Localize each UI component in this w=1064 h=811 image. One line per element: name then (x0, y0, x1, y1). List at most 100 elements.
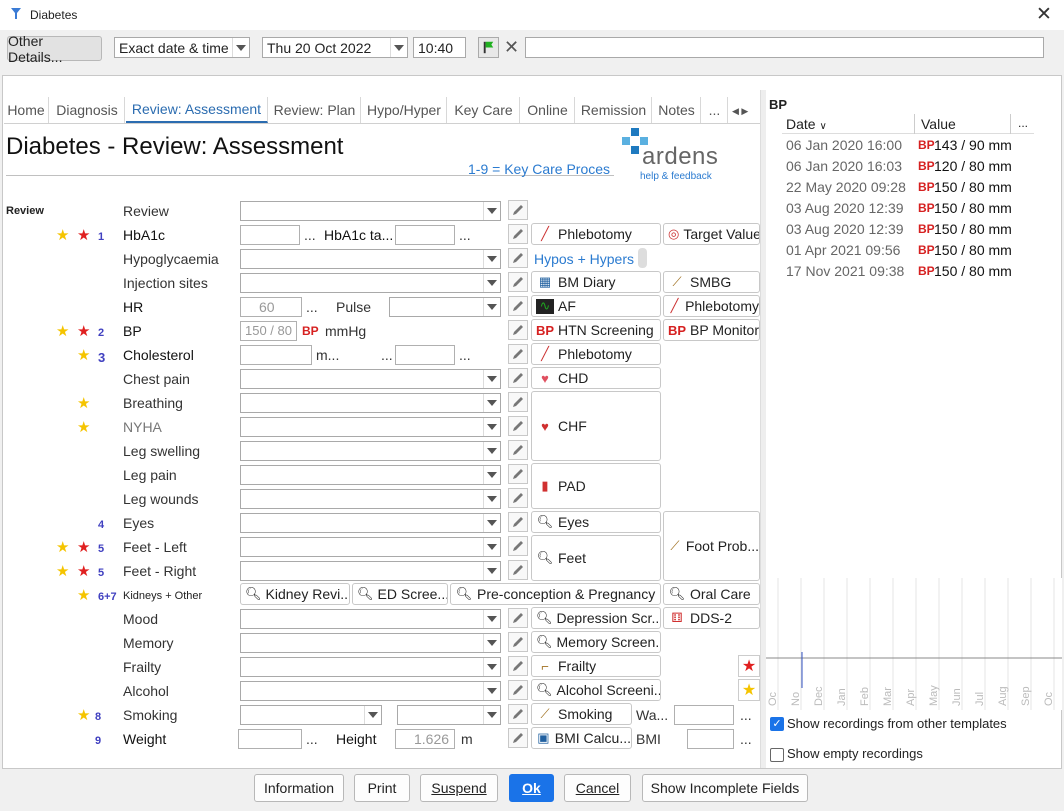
edit-pencil-icon[interactable] (508, 680, 528, 700)
foot-problems-button[interactable]: ⟋ Foot Prob... (663, 511, 760, 581)
hba1c-more[interactable]: ... (304, 227, 316, 243)
tab-notes[interactable]: Notes (653, 97, 701, 123)
cholesterol-input[interactable] (240, 345, 312, 365)
memory-select[interactable] (240, 633, 501, 653)
edit-pencil-icon[interactable] (508, 416, 528, 436)
tab-home[interactable]: Home (4, 97, 49, 123)
edit-pencil-icon[interactable] (508, 248, 528, 268)
tab-scroll-arrows[interactable]: ◀ ▶ (732, 106, 758, 122)
chevron-down-icon[interactable] (390, 38, 407, 57)
date-select[interactable]: Thu 20 Oct 2022 (262, 37, 408, 58)
tab-more[interactable]: ... (702, 97, 728, 123)
edit-pencil-icon[interactable] (508, 464, 528, 484)
eyes-button[interactable]: 🔍︎ Eyes (531, 511, 661, 533)
edit-pencil-icon[interactable] (508, 728, 528, 748)
chevron-down-icon[interactable] (483, 538, 500, 556)
edit-pencil-icon[interactable] (508, 392, 528, 412)
bmi-calculator-button[interactable]: ▣ BMI Calcu... (531, 727, 632, 749)
depression-screening-button[interactable]: 🔍︎ Depression Scr... (531, 607, 661, 629)
bm-diary-button[interactable]: ▦ BM Diary (531, 271, 661, 293)
clear-icon[interactable]: ✕ (502, 37, 521, 58)
phlebotomy-button-3[interactable]: ╱ Phlebotomy (531, 343, 661, 365)
chevron-down-icon[interactable] (483, 562, 500, 580)
edit-pencil-icon[interactable] (508, 344, 528, 364)
chevron-down-icon[interactable] (483, 682, 500, 700)
frailty-select[interactable] (240, 657, 501, 677)
injection-sites-select[interactable] (240, 273, 501, 293)
feet-button[interactable]: 🔍︎ Feet (531, 535, 661, 581)
suspend-button[interactable]: Suspend (420, 774, 498, 802)
show-other-templates-checkbox[interactable]: ✓ (770, 717, 784, 731)
tab-remission[interactable]: Remission (576, 97, 652, 123)
chevron-down-icon[interactable] (483, 418, 500, 436)
breathing-select[interactable] (240, 393, 501, 413)
chevron-down-icon[interactable] (483, 658, 500, 676)
chevron-down-icon[interactable] (483, 442, 500, 460)
phlebotomy-button[interactable]: ╱ Phlebotomy (531, 223, 661, 245)
hba1c-input[interactable] (240, 225, 300, 245)
chevron-down-icon[interactable] (483, 466, 500, 484)
leg-swelling-select[interactable] (240, 441, 501, 461)
waist-more[interactable]: ... (740, 707, 752, 723)
htn-screening-button[interactable]: BP HTN Screening (531, 319, 661, 341)
dds-2-button[interactable]: ⚅ DDS-2 (663, 607, 760, 629)
pad-button[interactable]: ▮ PAD (531, 463, 661, 509)
ok-button[interactable]: Ok (509, 774, 554, 802)
edit-pencil-icon[interactable] (508, 272, 528, 292)
waist-input[interactable] (674, 705, 734, 725)
memory-screening-button[interactable]: 🔍︎ Memory Screen... (531, 631, 661, 653)
chevron-down-icon[interactable] (483, 706, 500, 724)
leg-pain-select[interactable] (240, 465, 501, 485)
more-column-header[interactable]: ... (1018, 116, 1028, 130)
edit-pencil-icon[interactable] (508, 704, 528, 724)
frailty-button[interactable]: ⌐ Frailty (531, 655, 661, 677)
smoking-select[interactable] (240, 705, 382, 725)
cholesterol-ratio-input[interactable] (395, 345, 455, 365)
chevron-down-icon[interactable] (483, 634, 500, 652)
hba1c-target-more[interactable]: ... (459, 227, 471, 243)
review-select[interactable] (240, 201, 501, 221)
cholesterol-more[interactable]: ... (381, 347, 393, 363)
tab-review-assessment[interactable]: Review: Assessment (126, 97, 268, 123)
scroll-handle[interactable] (638, 248, 647, 268)
hba1c-target-input[interactable] (395, 225, 455, 245)
chevron-down-icon[interactable] (232, 38, 249, 57)
leg-wounds-select[interactable] (240, 489, 501, 509)
chevron-down-icon[interactable] (483, 490, 500, 508)
edit-pencil-icon[interactable] (508, 656, 528, 676)
target-value-button[interactable]: ◎ Target Value (663, 223, 760, 245)
bmi-more[interactable]: ... (740, 731, 752, 747)
hypoglycaemia-select[interactable] (240, 249, 501, 269)
edit-pencil-icon[interactable] (508, 560, 528, 580)
hr-input[interactable]: 60 (240, 297, 302, 317)
cholesterol-ratio-more[interactable]: ... (459, 347, 471, 363)
chevron-down-icon[interactable] (483, 514, 500, 532)
information-button[interactable]: Information (254, 774, 344, 802)
af-button[interactable]: ∿ AF (531, 295, 661, 317)
tab-key-care[interactable]: Key Care (448, 97, 520, 123)
other-details-button[interactable]: Other Details... (7, 33, 102, 65)
chevron-down-icon[interactable] (483, 274, 500, 292)
alcohol-screening-button[interactable]: 🔍︎ Alcohol Screeni... (531, 679, 661, 701)
ed-screening-button[interactable]: 🔍︎ ED Scree... (352, 583, 448, 605)
chevron-down-icon[interactable] (364, 706, 381, 724)
close-icon[interactable]: ✕ (1036, 3, 1052, 26)
edit-pencil-icon[interactable] (508, 512, 528, 532)
tab-hypo-hyper[interactable]: Hypo/Hyper (362, 97, 447, 123)
edit-pencil-icon[interactable] (508, 320, 528, 340)
weight-input[interactable] (238, 729, 302, 749)
hr-more[interactable]: ... (306, 299, 318, 315)
date-mode-select[interactable]: Exact date & time (114, 37, 250, 58)
phlebotomy-button-2[interactable]: ╱ Phlebotomy (663, 295, 760, 317)
smbg-button[interactable]: ⟋ SMBG (663, 271, 760, 293)
edit-pencil-icon[interactable] (508, 608, 528, 628)
chest-pain-select[interactable] (240, 369, 501, 389)
hypos-hypers-link[interactable]: Hypos + Hypers (534, 251, 634, 267)
mood-select[interactable] (240, 609, 501, 629)
preconception-pregnancy-button[interactable]: 🔍︎ Pre-conception & Pregnancy (450, 583, 661, 605)
edit-pencil-icon[interactable] (508, 296, 528, 316)
edit-pencil-icon[interactable] (508, 488, 528, 508)
smoking-amount-select[interactable] (397, 705, 501, 725)
chevron-down-icon[interactable] (483, 370, 500, 388)
cancel-button[interactable]: Cancel (564, 774, 631, 802)
